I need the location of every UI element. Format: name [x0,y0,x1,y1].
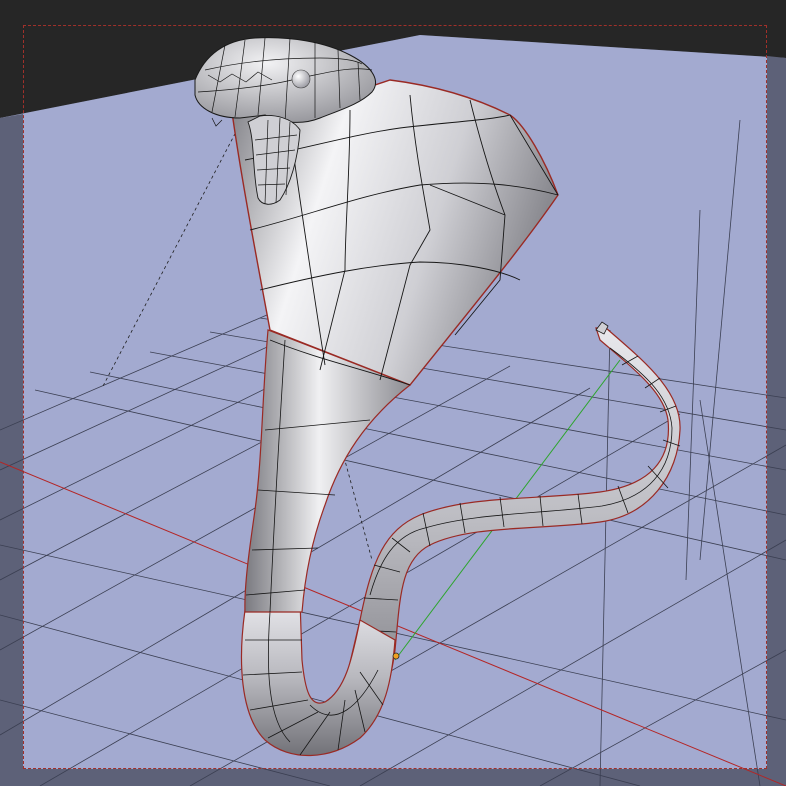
ground-shade-bottom [0,769,786,786]
ground-shade-right [767,56,786,786]
scene-canvas[interactable] [0,0,786,786]
sphere-icon [291,69,311,89]
ground-shade-left [0,114,23,786]
3d-viewport[interactable] [0,0,786,786]
origin-dot-icon [392,652,400,660]
